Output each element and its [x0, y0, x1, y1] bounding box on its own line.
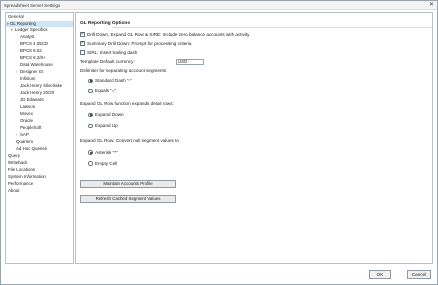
expand-up-radio[interactable] — [88, 123, 93, 128]
nav-item-oracle[interactable]: Oracle — [20, 118, 33, 124]
nav-item-label: PeopleSoft — [20, 125, 42, 130]
nav-item-bpcs-405cd[interactable]: BPCS 4.05CD — [20, 41, 48, 47]
nav-item-lawson[interactable]: Lawson — [20, 104, 35, 110]
nav-item-data-warehouse[interactable]: Data Warehouse — [20, 62, 53, 68]
heading-divider — [112, 27, 432, 28]
nav-item-label: Quarters — [16, 139, 34, 144]
standard-dash-radio[interactable] — [88, 78, 93, 83]
sirl-trailing-dash-checkbox[interactable] — [80, 50, 85, 55]
nav-item-label: Data Warehouse — [20, 62, 53, 67]
nav-item-label: Infinium — [20, 76, 36, 81]
default-currency-label: Template Default currency — [80, 58, 134, 64]
nav-item-label: Jack Henry 20/20 — [20, 90, 55, 95]
empty-cell-label: Empty Cell — [95, 160, 118, 166]
nav-item-movex[interactable]: Movex — [20, 111, 33, 117]
asterisk-radio[interactable] — [88, 150, 93, 155]
nav-item-label: GL Reporting — [10, 21, 36, 26]
expand-down-label: Expand Down — [95, 112, 124, 117]
delimiter-label: Delimiter for separating account segment… — [80, 68, 167, 73]
nav-item-analyst[interactable]: Analyst — [20, 34, 34, 40]
settings-nav-tree: General ▾GL Reporting ▾ Ledger Specifics … — [5, 12, 74, 264]
convert-null-label: Expand GL Row: Convert null segment valu… — [80, 138, 179, 143]
gl-reporting-options-panel: GL Reporting Options Drill Down, Expand … — [75, 12, 433, 264]
summary-drill-prompt-label: Summary Drill Down: Prompt for processin… — [87, 40, 192, 46]
maintain-accounts-profile-button[interactable]: Maintain Accounts Profile — [80, 180, 176, 188]
asterisk-label: Asterisk "*" — [95, 149, 118, 155]
close-icon[interactable]: ✕ — [429, 2, 434, 8]
nav-item-query[interactable]: Query — [8, 153, 20, 159]
nav-item-system-information[interactable]: System Information — [8, 174, 46, 180]
nav-item-label: Ledger Specifics — [15, 27, 48, 32]
nav-item-label: BPCS 8.2/8+ — [20, 55, 46, 60]
equals-label: Equals "=" — [95, 88, 117, 93]
nav-item-jd-edwards[interactable]: JD Edwards — [20, 97, 44, 103]
nav-item-label: JD Edwards — [20, 97, 44, 102]
summary-drill-prompt-checkbox[interactable] — [80, 40, 85, 46]
nav-item-jack-henry-2020[interactable]: Jack Henry 20/20 — [20, 90, 54, 96]
expand-up-label: Expand Up — [95, 123, 118, 128]
empty-cell-radio[interactable] — [88, 161, 93, 166]
nav-item-about[interactable]: About — [8, 188, 19, 194]
refresh-cached-segment-values-button[interactable]: Refresh Cached Segment Values — [80, 195, 176, 203]
ok-button[interactable]: OK — [369, 270, 391, 279]
nav-item-label: Designer GI — [20, 69, 44, 74]
cancel-button[interactable]: Cancel — [407, 270, 431, 279]
nav-item-label: Writeback — [8, 160, 28, 165]
nav-item-peoplesoft[interactable]: PeopleSoft — [20, 125, 41, 131]
nav-item-label: Query — [8, 153, 20, 158]
nav-item-sap[interactable]: › SAP — [16, 132, 29, 138]
drill-down-zero-balance-label: Drill Down, Expand GL Row & SIRE: Includ… — [87, 31, 250, 37]
drill-down-zero-balance-checkbox[interactable] — [80, 31, 85, 37]
nav-item-general[interactable]: General — [8, 14, 24, 20]
nav-item-quarters[interactable]: Quarters — [16, 139, 33, 145]
nav-item-label: About — [8, 188, 20, 193]
nav-item-ad-hoc-queries[interactable]: Ad Hoc Queries — [16, 146, 47, 152]
nav-item-infinium[interactable]: Infinium — [20, 76, 35, 82]
nav-item-label: General — [8, 14, 24, 19]
nav-item-label: Oracle — [20, 118, 33, 123]
nav-item-label: System Information — [8, 174, 46, 179]
nav-item-label: File Locations — [8, 167, 36, 172]
equals-radio[interactable] — [88, 88, 93, 93]
nav-item-label: Performance — [8, 181, 34, 186]
nav-item-file-locations[interactable]: File Locations — [8, 167, 35, 173]
default-currency-input[interactable]: USD — [176, 58, 204, 65]
nav-item-label: Ad Hoc Queries — [16, 146, 47, 151]
nav-item-designer-gi[interactable]: › Designer GI — [16, 69, 43, 75]
expand-down-radio[interactable] — [88, 112, 93, 117]
nav-item-writeback[interactable]: Writeback — [8, 160, 27, 166]
window-title: Spreadsheet Server Settings — [4, 3, 61, 8]
standard-dash-label: Standard Dash "-" — [95, 78, 132, 83]
settings-window: Spreadsheet Server Settings ✕ General ▾G… — [0, 0, 438, 285]
nav-item-label: BPCS 6.02 — [20, 48, 42, 53]
nav-item-label: Movex — [20, 111, 33, 116]
nav-item-label: Analyst — [20, 34, 35, 39]
expand-row-label: Expand GL Row function expands detail ro… — [80, 101, 174, 106]
nav-item-label: Lawson — [20, 104, 36, 109]
nav-item-label: Jack Henry Silverlake — [20, 83, 63, 88]
nav-item-ledger-specifics[interactable]: ▾ Ledger Specifics — [11, 27, 47, 33]
nav-item-label: BPCS 4.05CD — [20, 41, 49, 46]
nav-item-performance[interactable]: Performance — [8, 181, 33, 187]
title-bar: Spreadsheet Server Settings ✕ — [1, 1, 437, 10]
nav-item-jack-henry-silverlake[interactable]: Jack Henry Silverlake — [20, 83, 62, 89]
sirl-trailing-dash-label: SIRL: Insert trailing dash — [87, 49, 138, 55]
nav-item-bpcs-602[interactable]: BPCS 6.02 — [20, 48, 42, 54]
nav-item-bpcs-82[interactable]: BPCS 8.2/8+ — [20, 55, 46, 61]
nav-item-label: SAP — [20, 132, 29, 137]
